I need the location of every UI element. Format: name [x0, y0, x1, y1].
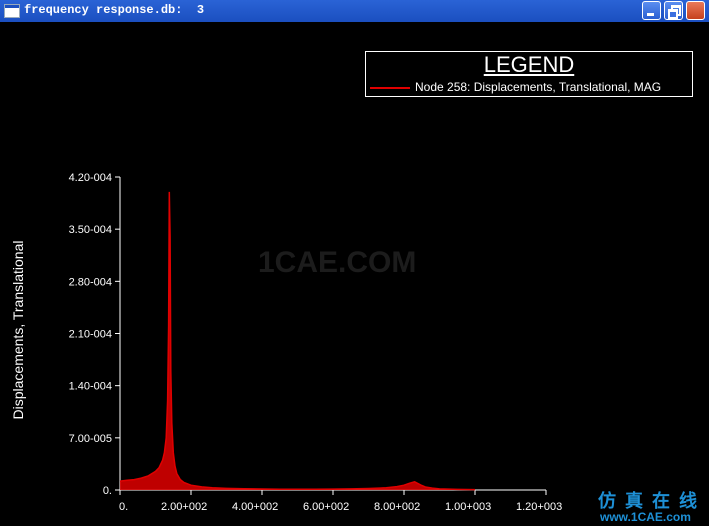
logo-text-en: www.1CAE.com	[600, 510, 691, 524]
y-tick-label: 2.10-004	[69, 329, 112, 341]
series-line	[119, 191, 476, 491]
x-tick-label: 6.00+002	[303, 501, 349, 513]
x-tick-label: 8.00+002	[374, 501, 420, 513]
y-tick-label: 0.	[103, 485, 112, 497]
frequency-response-chart: 0. 2.00+002 4.00+002 6.00+002 8.00+002 1.00+0…	[69, 172, 563, 513]
y-tick-label: 4.20-004	[69, 172, 112, 184]
x-axis-ticks: 0. 2.00+002 4.00+002 6.00+002 8.00+002 1.00+0…	[119, 490, 562, 513]
chart-axes	[119, 177, 546, 491]
y-tick-label: 1.40-004	[69, 381, 112, 393]
x-tick-label: 1.20+003	[516, 501, 562, 513]
app-window: frequency response.db: 3 LEGEND Node 258…	[0, 0, 709, 526]
x-tick-label: 2.00+002	[161, 501, 207, 513]
y-tick-label: 3.50-004	[69, 224, 112, 236]
chart-series	[119, 191, 476, 491]
x-tick-label: 4.00+002	[232, 501, 278, 513]
y-tick-label: 2.80-004	[69, 276, 112, 288]
y-axis-ticks: 0. 7.00-005 1.40-004 2.10-004 2.80-004 3.50-0…	[69, 172, 120, 497]
x-tick-label: 1.00+003	[445, 501, 491, 513]
x-tick-label: 0.	[119, 501, 128, 513]
corner-logo: 仿真在线 www.1CAE.com	[588, 486, 709, 526]
y-tick-label: 7.00-005	[69, 433, 112, 445]
